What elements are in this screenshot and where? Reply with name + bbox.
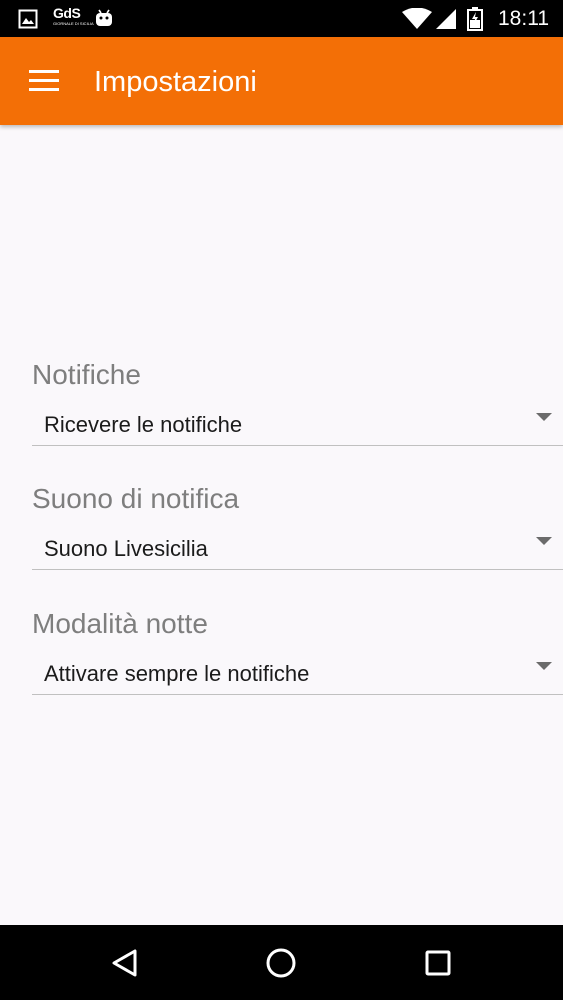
page-title: Impostazioni <box>94 66 257 98</box>
back-icon[interactable] <box>101 939 149 987</box>
night-mode-selected-value: Attivare sempre le notifiche <box>44 661 310 686</box>
status-time: 18:11 <box>498 7 549 30</box>
setting-night-mode: Modalità notte Attivare sempre le notifi… <box>32 608 563 695</box>
hamburger-menu-icon[interactable] <box>20 61 68 101</box>
navigation-bar <box>0 925 563 1000</box>
notification-sound-label: Suono di notifica <box>32 483 240 514</box>
setting-notifications: Notifiche Ricevere le notifiche <box>32 359 563 446</box>
dropdown-arrow-icon <box>536 537 552 545</box>
settings-content: Notifiche Ricevere le notifiche Suono di… <box>0 125 563 925</box>
notifications-dropdown[interactable]: Ricevere le notifiche <box>32 409 563 446</box>
android-debug-icon <box>96 9 112 26</box>
status-bar: GdS GIORNALE DI SICILIA 18:11 <box>0 0 563 37</box>
cellular-signal-icon <box>436 9 456 29</box>
wifi-icon <box>402 8 432 29</box>
dropdown-arrow-icon <box>536 413 552 421</box>
gds-logo-text: GdS <box>53 5 81 21</box>
night-mode-dropdown[interactable]: Attivare sempre le notifiche <box>32 658 563 695</box>
image-notification-icon <box>18 9 38 29</box>
recents-icon[interactable] <box>414 939 462 987</box>
setting-notification-sound: Suono di notifica Suono Livesicilia <box>32 483 563 570</box>
app-toolbar: Impostazioni <box>0 37 563 125</box>
night-mode-label: Modalità notte <box>32 608 208 639</box>
notifications-selected-value: Ricevere le notifiche <box>44 412 243 437</box>
home-icon[interactable] <box>257 939 305 987</box>
gds-logo-subtext: GIORNALE DI SICILIA <box>53 21 94 26</box>
notification-sound-selected-value: Suono Livesicilia <box>44 536 208 561</box>
notifications-label: Notifiche <box>32 359 141 390</box>
gds-app-icon: GdS GIORNALE DI SICILIA <box>53 5 94 27</box>
battery-icon <box>467 7 483 31</box>
dropdown-arrow-icon <box>536 662 552 670</box>
notification-sound-dropdown[interactable]: Suono Livesicilia <box>32 533 563 570</box>
